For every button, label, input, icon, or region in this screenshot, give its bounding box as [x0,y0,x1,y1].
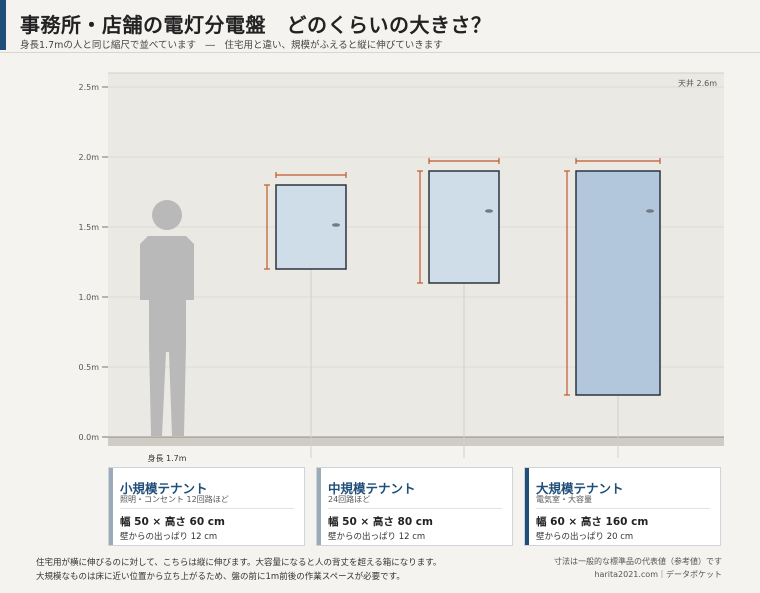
credit-line-2: harita2021.com｜データポケット [594,570,722,579]
panel-door [575,170,661,396]
door-handle [332,223,340,227]
card-size: 幅 50 × 高さ 60 cm [120,516,225,528]
credit-line-1: 寸法は一般的な標準品の代表値（参考値）です [554,557,722,566]
card-separator [120,508,294,509]
door-handle [646,209,654,213]
door-handle [485,209,493,213]
card-large-tenant: 大規模テナント 電気室・大容量 幅 60 × 高さ 160 cm 壁からの出っぱ… [524,467,721,546]
card-stripe [109,468,113,545]
y-tick-label: 0.5m [78,363,99,372]
footnote-line-1: 住宅用が横に伸びるのに対して、こちらは縦に伸びます。大容量になると人の背丈を超え… [36,558,442,568]
card-depth: 壁からの出っぱり 12 cm [328,532,426,542]
page-title: 事務所・店舗の電灯分電盤 どのくらいの大きさ？ [20,13,492,37]
panel-door [428,170,500,284]
y-tick-label: 2.0m [78,153,99,162]
tenant-cards: 小規模テナント 照明・コンセント 12回路ほど 幅 50 × 高さ 60 cm … [108,467,724,548]
card-desc: 24回路ほど [328,495,371,504]
card-stripe [317,468,321,545]
card-medium-tenant: 中規模テナント 24回路ほど 幅 50 × 高さ 80 cm 壁からの出っぱり … [316,467,513,546]
card-separator [536,508,710,509]
y-tick-label: 0.0m [78,433,99,442]
header-divider [0,52,760,53]
card-separator [328,508,502,509]
card-small-tenant: 小規模テナント 照明・コンセント 12回路ほど 幅 50 × 高さ 60 cm … [108,467,305,546]
person-label: 身長 1.7m [147,453,186,462]
card-stripe [525,468,529,545]
title-accent-bar [0,0,6,50]
card-desc: 照明・コンセント 12回路ほど [120,495,229,504]
y-tick-label: 1.5m [78,223,99,232]
card-size: 幅 50 × 高さ 80 cm [328,516,433,528]
page-subtitle: 身長1.7mの人と同じ縮尺で並べています ― 住宅用と違い、規模がふえると縦に伸… [20,40,443,51]
card-depth: 壁からの出っぱり 12 cm [120,532,218,542]
panel-door [275,184,347,270]
floor [108,437,724,446]
card-size: 幅 60 × 高さ 160 cm [536,516,649,528]
card-desc: 電気室・大容量 [536,495,592,504]
y-tick-label: 1.0m [78,293,99,302]
person-head [152,200,182,230]
footnote-line-2: 大規模なものは床に近い位置から立ち上がるため、盤の前に1m前後の作業スペースが必… [36,572,405,582]
scale-figure: 天井 2.6m 0.0m0.5m1.0m1.5m2.0m2.5m 身長 1.7m [78,72,724,462]
card-depth: 壁からの出っぱり 20 cm [536,532,634,542]
y-tick-label: 2.5m [78,83,99,92]
